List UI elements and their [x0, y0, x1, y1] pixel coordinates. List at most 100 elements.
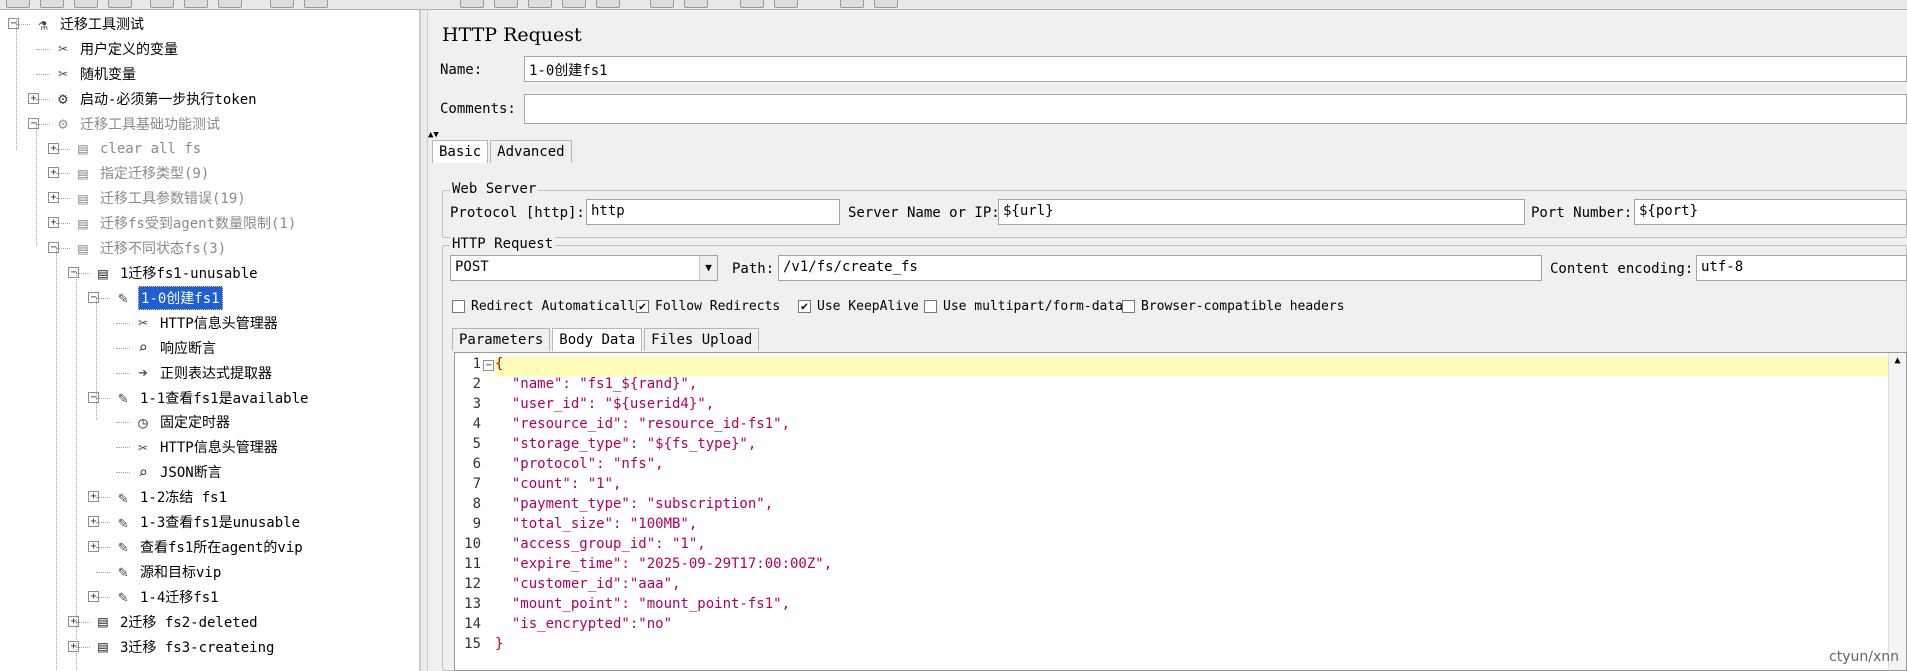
- tree-node[interactable]: ✎ 源和目标vip: [110, 560, 223, 584]
- option-checkbox[interactable]: ✔ Use KeepAlive: [798, 299, 919, 314]
- toolbar-button[interactable]: [840, 0, 864, 8]
- checkbox-empty[interactable]: [924, 300, 937, 313]
- scroll-up-icon[interactable]: ▲: [1889, 353, 1906, 366]
- tab-basic[interactable]: Basic: [432, 140, 489, 163]
- controller-icon: ▤: [98, 612, 108, 632]
- chevron-down-icon[interactable]: ▼: [699, 256, 717, 280]
- tree-connector: [76, 646, 90, 648]
- pane-splitter[interactable]: [420, 10, 428, 671]
- tree-node[interactable]: ▤ 2迁移 fs2-deleted: [90, 610, 260, 634]
- tree-node[interactable]: ▤ 指定迁移类型(9): [70, 161, 211, 185]
- toolbar-button[interactable]: [596, 0, 620, 8]
- method-select[interactable]: POST ▼: [450, 255, 718, 281]
- tree-node[interactable]: ⚗ 迁移工具测试: [30, 12, 146, 36]
- toolbar-button[interactable]: [562, 0, 586, 8]
- tree-node[interactable]: ▤ 迁移工具参数错误(19): [70, 186, 248, 210]
- code-line: "storage_type": "${fs_type}",: [495, 436, 757, 452]
- tree-node[interactable]: ▤ 1迁移fs1-unusable: [90, 261, 260, 285]
- tree-node-label: 1-1查看fs1是available: [140, 390, 309, 407]
- toolbar-button[interactable]: [774, 0, 798, 8]
- tree-node[interactable]: ◷ 固定定时器: [130, 410, 232, 434]
- toolbar-button[interactable]: [270, 0, 294, 8]
- toolbar-button[interactable]: [494, 0, 518, 8]
- tree-node[interactable]: ▤ 迁移不同状态fs(3): [70, 236, 228, 260]
- code-line: "protocol": "nfs",: [495, 456, 664, 472]
- tree-node[interactable]: ✂ HTTP信息头管理器: [130, 435, 280, 459]
- toolbar-button[interactable]: [40, 0, 64, 8]
- fold-toggle-icon[interactable]: −: [483, 360, 494, 371]
- option-checkbox[interactable]: Browser-compatible headers: [1122, 299, 1345, 314]
- line-number-gutter: 1 2 3 4 5 6 7 8 9 10 11 12 13 14 15−: [455, 353, 495, 670]
- tree-node[interactable]: ⚙ 启动-必须第一步执行token: [50, 87, 259, 111]
- line-number: 11: [464, 556, 481, 572]
- name-field[interactable]: 1-0创建fs1: [524, 56, 1907, 82]
- tree-connector: [116, 322, 130, 324]
- option-checkbox[interactable]: ✔ Follow Redirects: [636, 299, 780, 314]
- checkbox-empty[interactable]: [1122, 300, 1135, 313]
- toolbar-button[interactable]: [108, 0, 132, 8]
- comments-field[interactable]: [524, 94, 1907, 124]
- test-plan-tree[interactable]: − ⚗ 迁移工具测试 ✂ 用户定义的变量 ✂ 随机变量 + ⚙ 启动-必须第一步执行token − ⚙…: [0, 10, 420, 671]
- editor-scrollbar[interactable]: ▲: [1888, 353, 1906, 670]
- tree-node[interactable]: ▤ 迁移fs受到agent数量限制(1): [70, 211, 298, 235]
- option-label: Redirect Automatically: [471, 299, 644, 314]
- toolbar-button[interactable]: [460, 0, 484, 8]
- toolbar-button[interactable]: [528, 0, 552, 8]
- encoding-field[interactable]: utf-8: [1696, 255, 1907, 281]
- toolbar-button[interactable]: [218, 0, 242, 8]
- checkbox-empty[interactable]: [452, 300, 465, 313]
- path-field[interactable]: /v1/fs/create_fs: [778, 255, 1542, 281]
- tree-guide-line: [16, 20, 17, 150]
- option-checkbox[interactable]: Redirect Automatically: [452, 299, 643, 314]
- tree-node[interactable]: ⚙ 迁移工具基础功能测试: [50, 112, 222, 136]
- tab-parameters[interactable]: Parameters: [452, 328, 551, 351]
- tree-node-label: 指定迁移类型(9): [100, 166, 210, 183]
- tree-connector: [116, 422, 130, 424]
- tree-connector: [96, 397, 110, 399]
- server-field[interactable]: ${url}: [998, 199, 1525, 225]
- current-line-highlight: [495, 357, 1890, 376]
- port-field[interactable]: ${port}: [1634, 199, 1907, 225]
- tree-node[interactable]: ▤ 3迁移 fs3-createing: [90, 635, 276, 659]
- tree-node[interactable]: ✎ 1-4迁移fs1: [110, 585, 221, 609]
- checkmark-icon[interactable]: ✔: [798, 300, 811, 313]
- code-line: "name": "fs1_${rand}",: [495, 376, 698, 392]
- tree-node-label: 1-4迁移fs1: [140, 589, 219, 606]
- line-number: 5: [472, 436, 481, 452]
- tree-node[interactable]: ➔ 正则表达式提取器: [130, 361, 274, 385]
- toolbar-button[interactable]: [740, 0, 764, 8]
- tree-node[interactable]: ✎ 1-0创建fs1: [110, 285, 223, 310]
- toolbar-button[interactable]: [74, 0, 98, 8]
- tree-node[interactable]: ▤ clear all fs: [70, 137, 203, 161]
- tree-node[interactable]: ✎ 1-3查看fs1是unusable: [110, 510, 302, 534]
- watermark: ctyun/xnn: [1829, 649, 1899, 665]
- checkmark-icon[interactable]: ✔: [636, 300, 649, 313]
- protocol-field[interactable]: http: [586, 199, 840, 225]
- tree-node[interactable]: ✂ 用户定义的变量: [50, 37, 180, 61]
- tree-node[interactable]: ✂ HTTP信息头管理器: [130, 311, 280, 335]
- code-line: "access_group_id": "1",: [495, 536, 706, 552]
- tree-node[interactable]: ✎ 查看fs1所在agent的vip: [110, 535, 305, 559]
- toolbar-button[interactable]: [6, 0, 30, 8]
- toolbar-button[interactable]: [874, 0, 898, 8]
- toolbar-button[interactable]: [684, 0, 708, 8]
- tab-body-data[interactable]: Body Data: [552, 328, 643, 351]
- tree-node-label: 启动-必须第一步执行token: [80, 91, 257, 108]
- tree-node[interactable]: ✎ 1-1查看fs1是available: [110, 386, 310, 410]
- tree-node[interactable]: ⌕ 响应断言: [130, 336, 218, 360]
- toolbar-button[interactable]: [150, 0, 174, 8]
- body-tabs: Parameters Body Data Files Upload: [452, 328, 761, 351]
- tree-node[interactable]: ✂ 随机变量: [50, 62, 138, 86]
- line-number: 12: [464, 576, 481, 592]
- toolbar-button[interactable]: [184, 0, 208, 8]
- server-label: Server Name or IP:: [848, 205, 1000, 221]
- toolbar-button[interactable]: [650, 0, 674, 8]
- toolbar-button[interactable]: [304, 0, 328, 8]
- tab-files-upload[interactable]: Files Upload: [644, 328, 760, 351]
- tab-advanced[interactable]: Advanced: [490, 140, 572, 163]
- collapse-arrows-icon[interactable]: ▲▼: [428, 130, 439, 140]
- tree-node[interactable]: ✎ 1-2冻结 fs1: [110, 485, 229, 509]
- option-checkbox[interactable]: Use multipart/form-data: [924, 299, 1123, 314]
- tree-node[interactable]: ⌕ JSON断言: [130, 460, 224, 484]
- body-data-editor[interactable]: 1 2 3 4 5 6 7 8 9 10 11 12 13 14 15− { "name": "fs1_${…: [454, 352, 1907, 671]
